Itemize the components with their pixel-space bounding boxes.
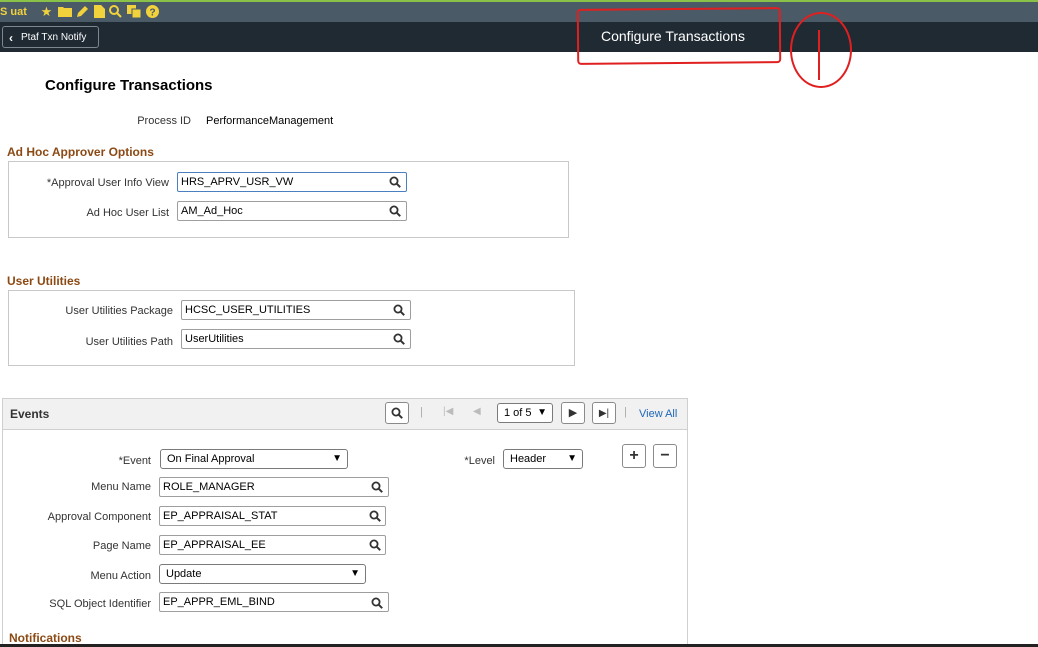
approval-view-label: *Approval User Info View — [46, 177, 169, 189]
menu-name-label: Menu Name — [91, 481, 151, 493]
process-id-value: PerformanceManagement — [206, 115, 334, 127]
page-name-input[interactable]: EP_APPRAISAL_EE — [159, 535, 386, 555]
package-label: User Utilities Package — [65, 305, 173, 317]
first-page-icon[interactable]: |◀ — [443, 406, 453, 417]
event-label: *Event — [118, 455, 151, 467]
level-select-value: Header — [510, 453, 547, 465]
sql-object-search-icon[interactable] — [371, 597, 383, 612]
plus-icon: + — [629, 447, 639, 464]
events-title: Events — [10, 407, 50, 421]
chevron-down-icon: ▼ — [567, 453, 577, 464]
search-icon[interactable] — [109, 5, 122, 18]
pager-separator: | — [624, 406, 627, 418]
menu-name-search-icon[interactable] — [371, 481, 383, 496]
event-select[interactable]: On Final Approval ▼ — [160, 449, 348, 469]
event-select-value: On Final Approval — [167, 453, 255, 465]
approval-view-search-icon[interactable] — [389, 176, 401, 191]
environment-label: S uat — [0, 6, 27, 18]
annotation-box — [576, 7, 782, 65]
next-page-button[interactable]: ▶ — [561, 402, 585, 424]
user-list-search-icon[interactable] — [389, 205, 401, 220]
menu-action-select[interactable]: Update ▼ — [159, 564, 366, 584]
approval-component-label: Approval Component — [47, 511, 151, 523]
notifications-section-title: Notifications — [9, 631, 82, 645]
menu-action-label: Menu Action — [90, 570, 151, 582]
menu-action-select-value: Update — [166, 568, 202, 580]
chevron-down-icon: ▼ — [332, 453, 342, 464]
chevron-down-icon: ▼ — [350, 568, 360, 579]
utilities-section-title: User Utilities — [7, 274, 81, 288]
last-page-button[interactable]: ▶| — [592, 402, 616, 424]
page-name-search-icon[interactable] — [369, 539, 381, 554]
menu-name-input[interactable]: ROLE_MANAGER — [159, 477, 389, 497]
path-input[interactable]: UserUtilities — [181, 329, 411, 349]
svg-text:?: ? — [149, 8, 155, 19]
process-id-label: Process ID — [137, 115, 191, 127]
user-list-input[interactable]: AM_Ad_Hoc — [177, 201, 407, 221]
pencil-icon[interactable] — [76, 5, 89, 18]
environment-accent-line — [0, 0, 1038, 2]
copy-icon[interactable] — [127, 5, 142, 19]
view-all-link[interactable]: View All — [639, 408, 677, 420]
level-label: *Level — [464, 455, 495, 467]
events-search-button[interactable] — [385, 402, 409, 424]
back-button-label: Ptaf Txn Notify — [21, 32, 87, 43]
path-search-icon[interactable] — [393, 333, 405, 348]
favorite-star-icon[interactable]: ★ — [40, 5, 53, 18]
add-row-button[interactable]: + — [622, 444, 646, 468]
events-header — [2, 398, 688, 430]
level-select[interactable]: Header ▼ — [503, 449, 583, 469]
search-icon — [391, 407, 403, 419]
approval-view-input[interactable]: HRS_APRV_USR_VW — [177, 172, 407, 192]
page-name-label: Page Name — [92, 540, 151, 552]
adhoc-section-title: Ad Hoc Approver Options — [7, 145, 154, 159]
package-search-icon[interactable] — [393, 304, 405, 319]
annotation-circle — [790, 12, 852, 88]
path-label: User Utilities Path — [85, 336, 173, 348]
package-input[interactable]: HCSC_USER_UTILITIES — [181, 300, 411, 320]
chevron-down-icon: ▼ — [537, 407, 547, 418]
minus-icon: − — [660, 447, 670, 464]
chevron-left-icon: ‹ — [9, 31, 13, 45]
delete-row-button[interactable]: − — [653, 444, 677, 468]
last-page-icon: ▶| — [598, 408, 610, 419]
pager-select[interactable]: 1 of 5 ▼ — [497, 403, 553, 423]
sql-object-label: SQL Object Identifier — [49, 598, 151, 610]
folder-icon[interactable] — [58, 5, 72, 18]
page-title: Configure Transactions — [45, 77, 213, 94]
sql-object-input[interactable]: EP_APPR_EML_BIND — [159, 592, 389, 612]
approval-component-input[interactable]: EP_APPRAISAL_STAT — [159, 506, 386, 526]
annotation-stroke — [818, 30, 820, 80]
pager-separator: | — [420, 406, 423, 418]
previous-page-icon[interactable]: ◀ — [473, 406, 481, 417]
approval-component-search-icon[interactable] — [369, 510, 381, 525]
navigation-bar — [0, 22, 1038, 52]
back-button[interactable]: ‹ Ptaf Txn Notify — [2, 26, 99, 48]
document-icon[interactable] — [93, 5, 106, 18]
pager-select-value: 1 of 5 — [504, 407, 532, 419]
user-list-label: Ad Hoc User List — [86, 207, 169, 219]
help-icon[interactable]: ? — [146, 5, 159, 19]
next-page-icon: ▶ — [568, 407, 578, 419]
